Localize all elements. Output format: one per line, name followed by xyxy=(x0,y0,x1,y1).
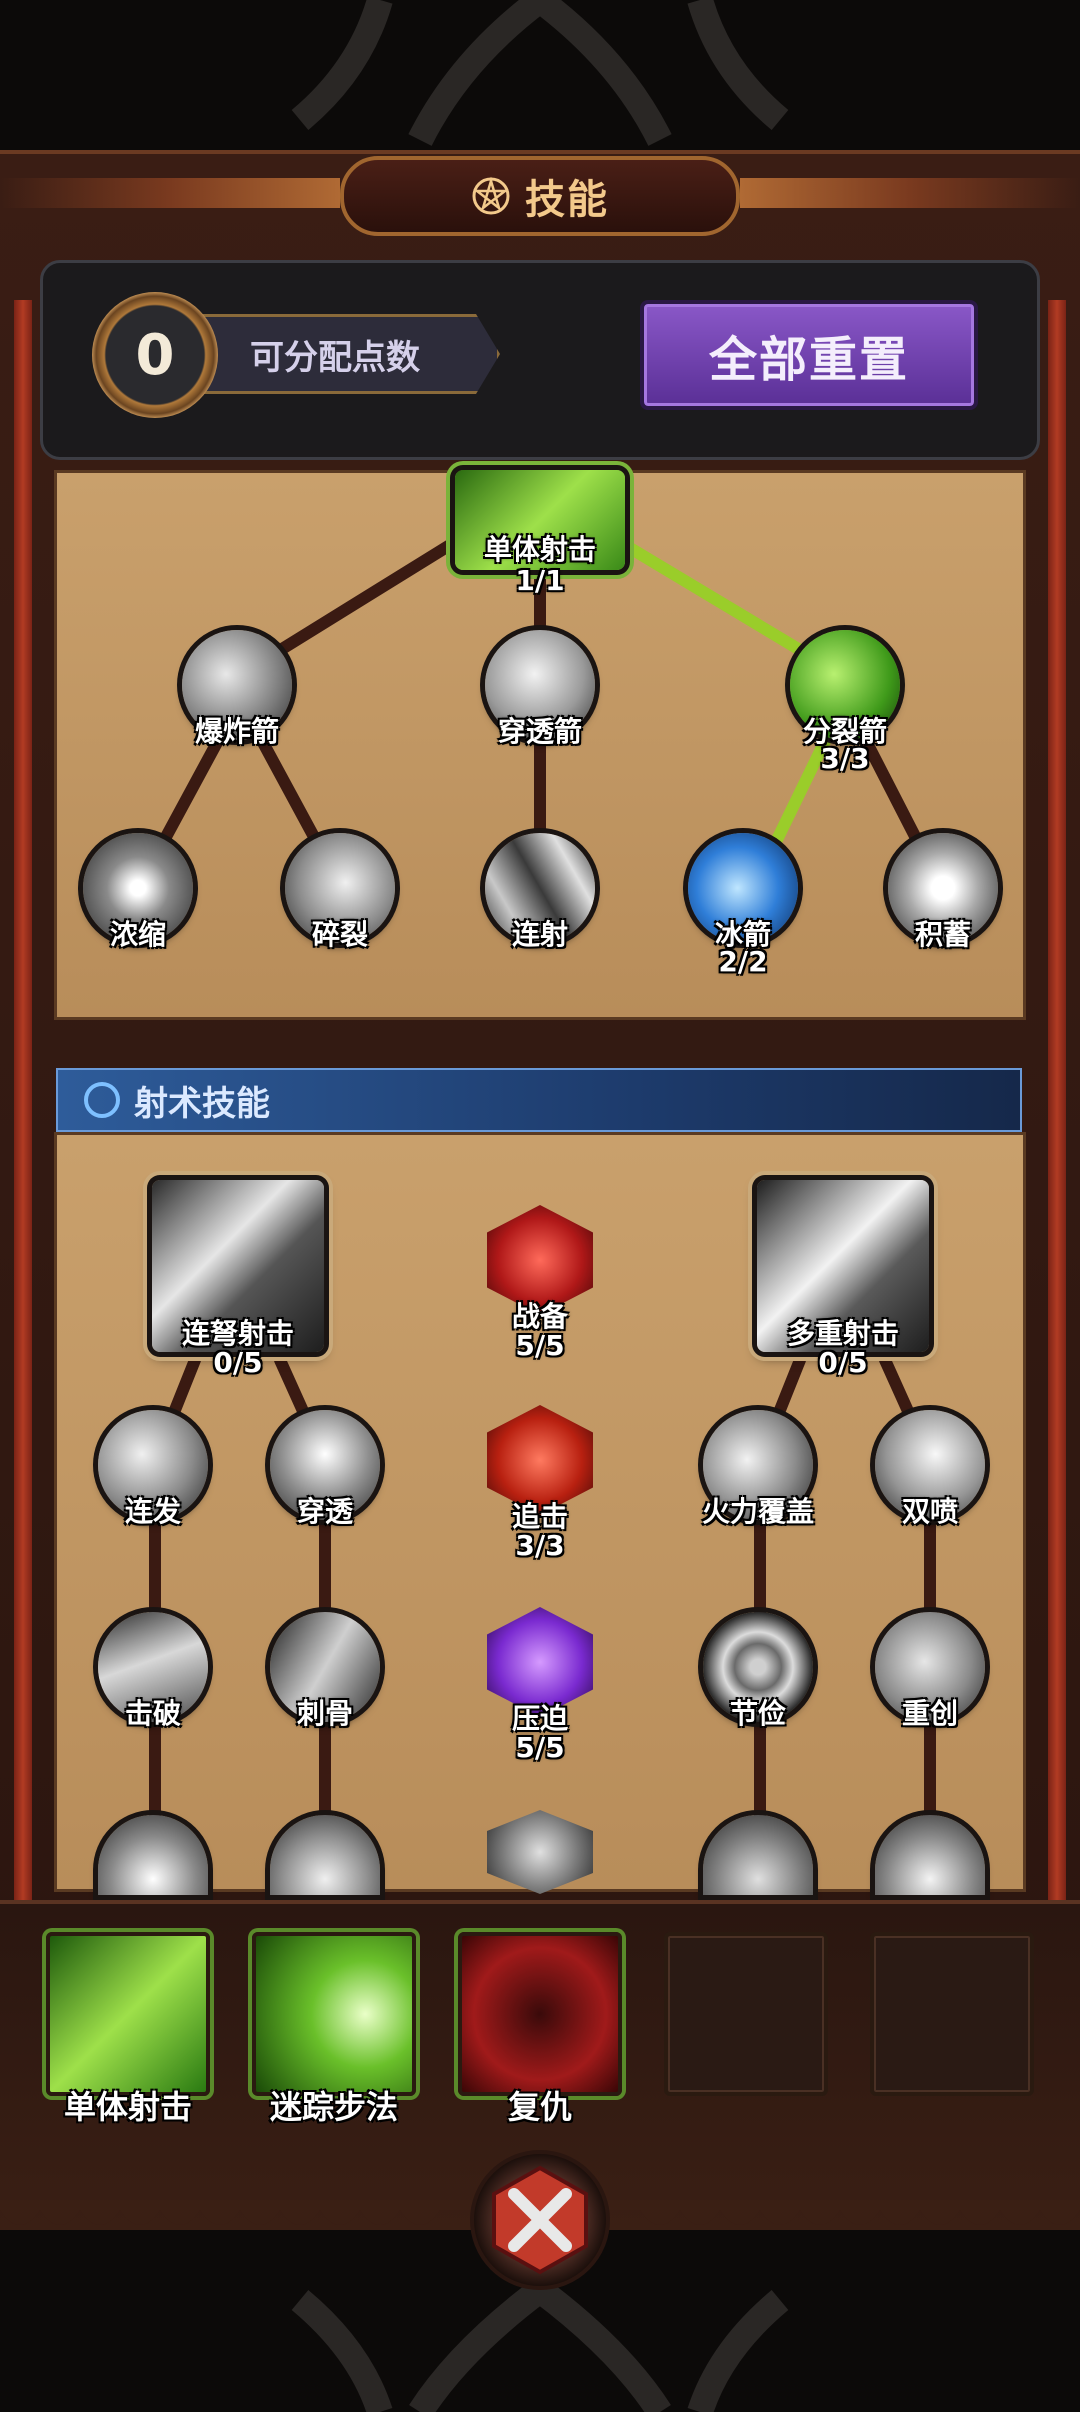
node-count: 5/5 xyxy=(515,1731,565,1764)
frame-side-left xyxy=(14,300,32,1900)
node-count: 0/5 xyxy=(818,1346,868,1379)
node-count: 3/3 xyxy=(515,1529,565,1562)
section-title: 射术技能 xyxy=(134,1083,270,1124)
pentagram-icon xyxy=(472,176,510,215)
node-count: 3/3 xyxy=(820,742,870,775)
node-label: 积蓄 xyxy=(914,918,971,951)
title-wing-left xyxy=(0,178,340,208)
node-label: 刺骨 xyxy=(296,1697,353,1730)
node-count: 0/5 xyxy=(213,1346,263,1379)
equipped-slot-1[interactable] xyxy=(46,1932,210,2096)
equipped-slot-5-empty[interactable] xyxy=(870,1932,1034,2096)
equipped-slot-3[interactable] xyxy=(458,1932,622,2096)
close-button[interactable] xyxy=(470,2150,610,2290)
points-label: 可分配点数 xyxy=(250,337,420,378)
reset-all-label: 全部重置 xyxy=(708,332,909,388)
node-label: 单体射击 xyxy=(483,533,596,566)
swirl-icon xyxy=(84,1082,120,1118)
node-label: 穿透 xyxy=(296,1495,353,1528)
equipped-slot-3-label: 复仇 xyxy=(507,2088,572,2126)
equipped-slot-1-label: 单体射击 xyxy=(63,2088,192,2126)
points-coin: 0 xyxy=(92,292,218,418)
node-label: 重创 xyxy=(901,1697,958,1730)
close-icon xyxy=(492,2165,588,2275)
frame-side-right xyxy=(1048,300,1066,1900)
reset-all-button[interactable]: 全部重置 xyxy=(640,300,978,410)
page-title: 技能 xyxy=(525,177,609,223)
node-count: 5/5 xyxy=(515,1329,565,1362)
points-value: 0 xyxy=(135,322,175,388)
node-label: 穿透箭 xyxy=(497,715,582,748)
title-banner: 技能 xyxy=(340,156,740,236)
node-label: 双喷 xyxy=(901,1495,958,1528)
title-wing-right xyxy=(740,178,1080,208)
node-count: 1/1 xyxy=(515,564,565,597)
node-label: 爆炸箭 xyxy=(194,715,279,748)
equipped-slot-2[interactable] xyxy=(252,1932,416,2096)
equipped-slot-4-empty[interactable] xyxy=(664,1932,828,2096)
equipped-slot-2-label: 迷踪步法 xyxy=(269,2088,398,2126)
points-label-bar: 可分配点数 xyxy=(200,314,500,394)
section-header-archery: 射术技能 xyxy=(56,1068,1022,1132)
